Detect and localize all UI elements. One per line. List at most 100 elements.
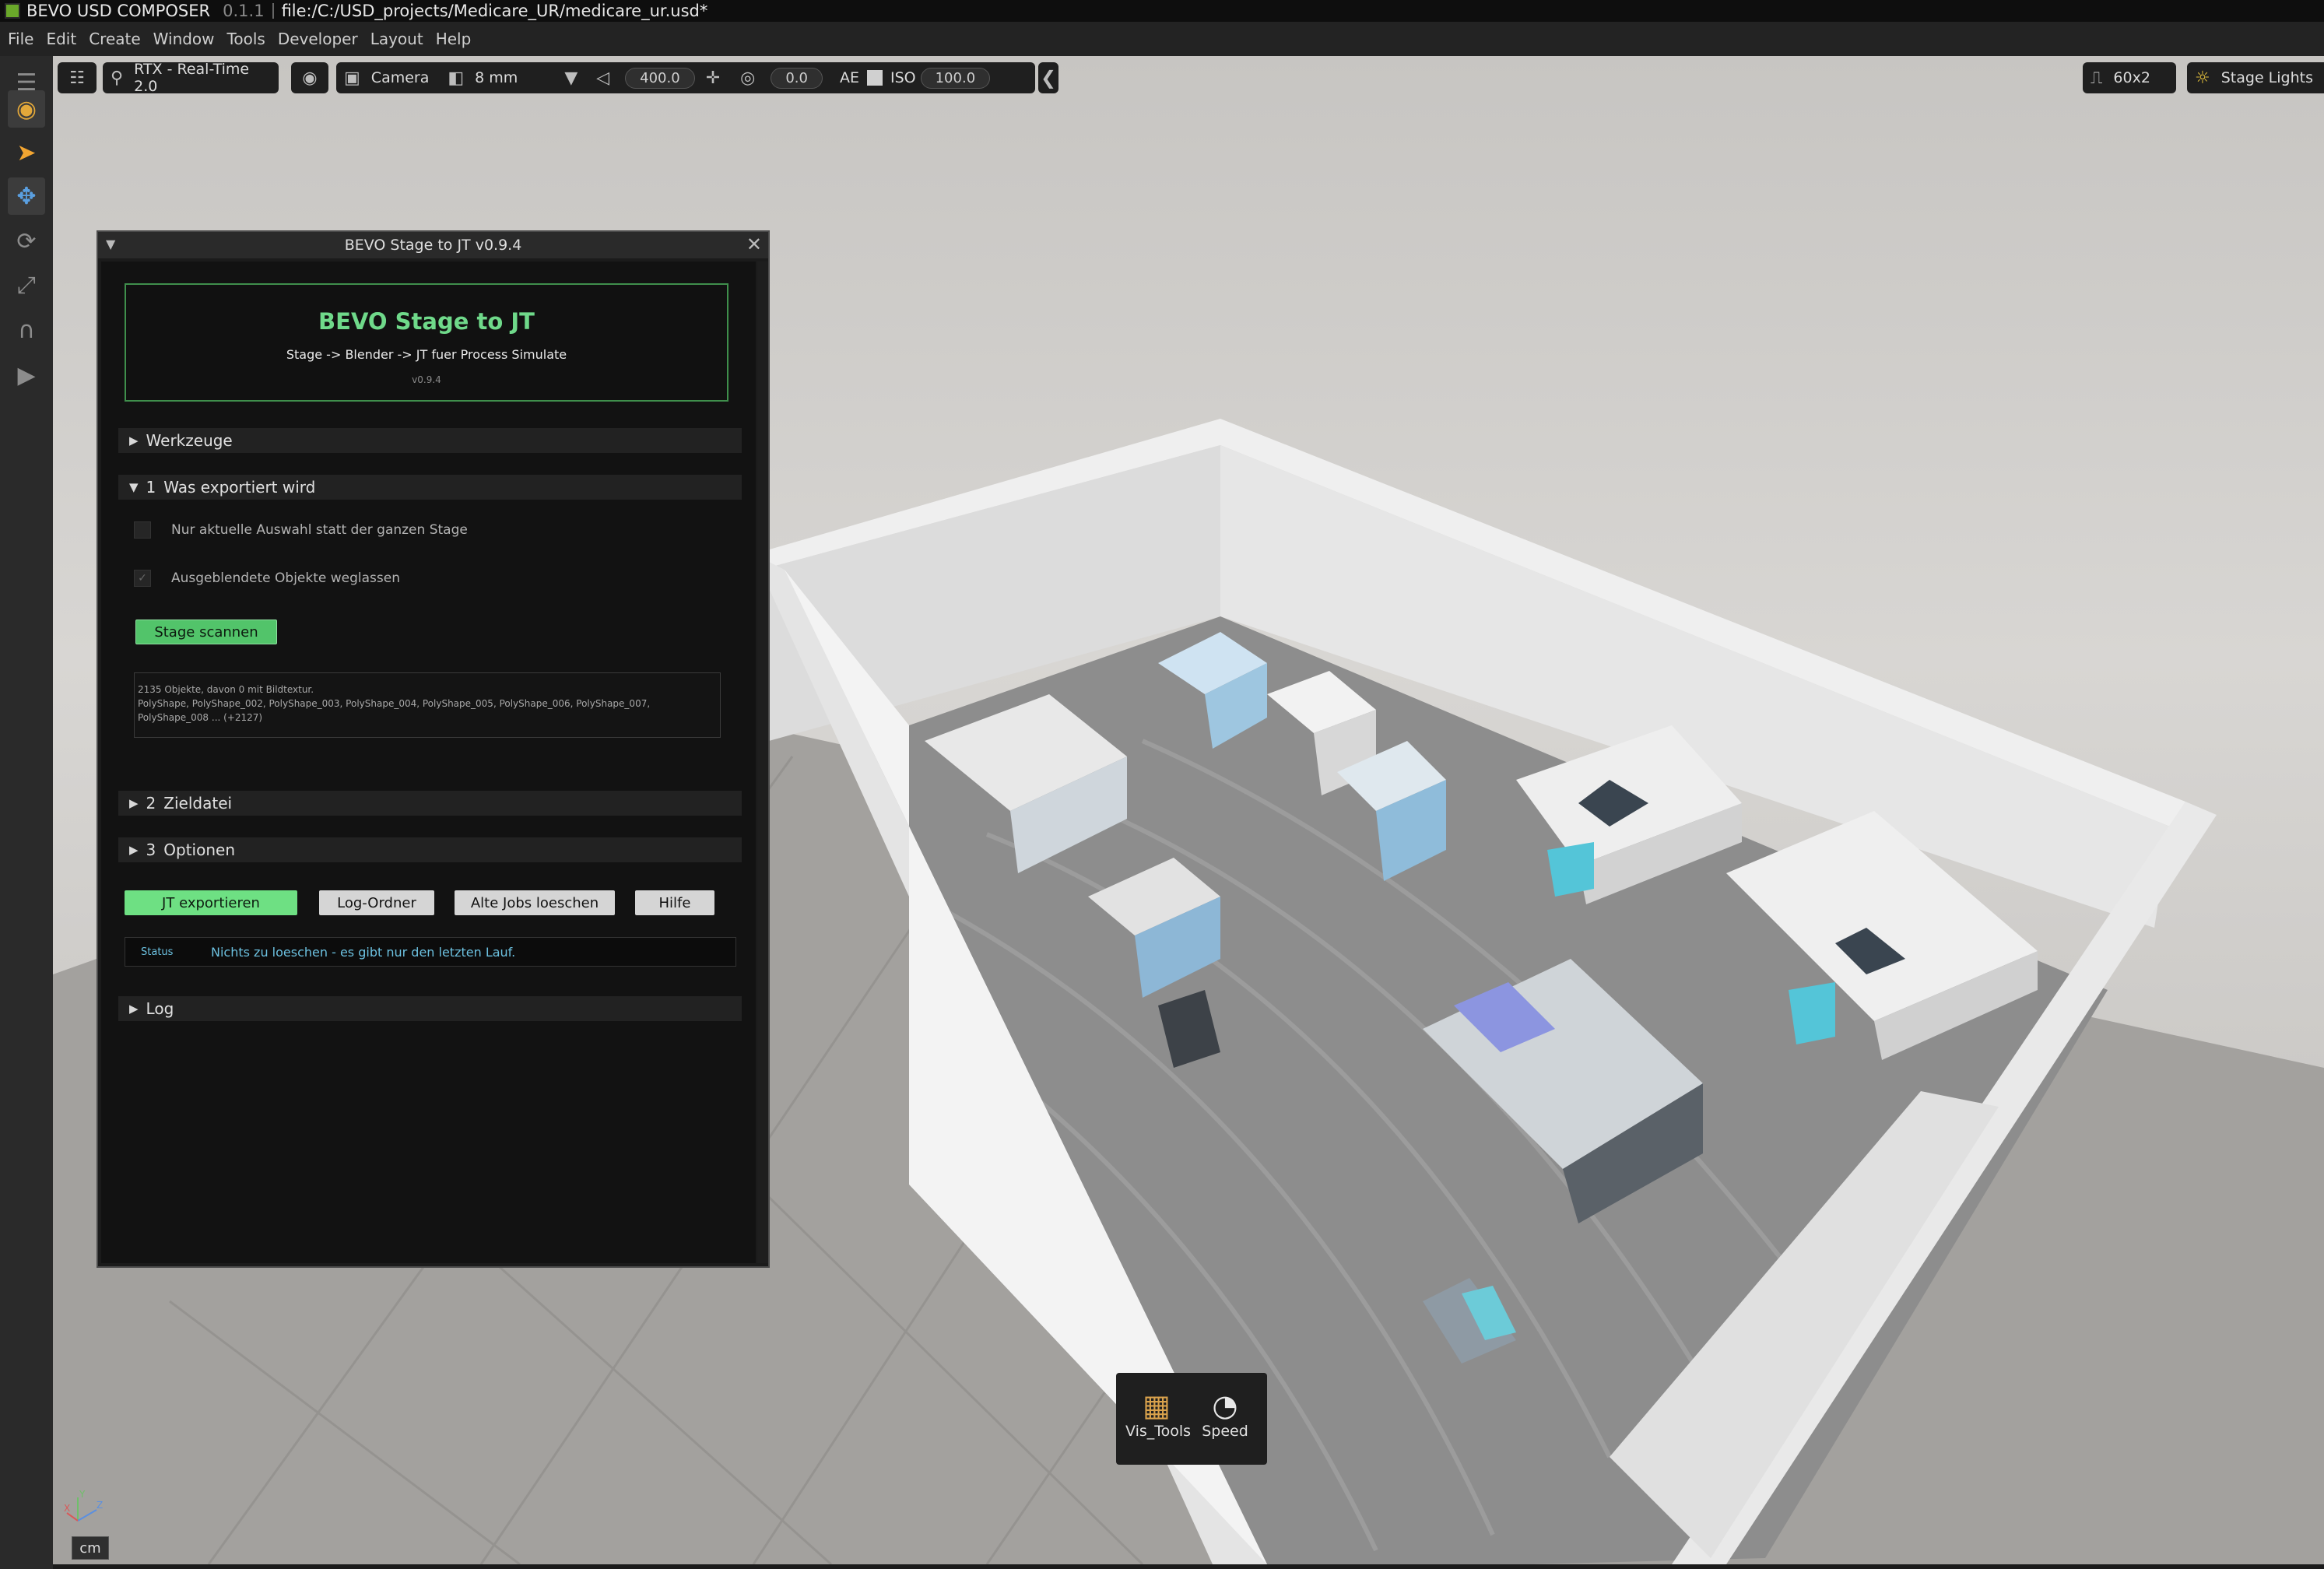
fps-graph-icon: ⎍ [2091,68,2103,88]
delete-old-jobs-button[interactable]: Alte Jobs loeschen [455,890,615,915]
expand-arrow-icon: ▶ [129,843,139,857]
dock-item-speed[interactable]: ◔ Speed [1194,1388,1256,1440]
expand-arrow-icon: ▶ [129,433,139,448]
plugin-header-version: v0.9.4 [412,374,441,385]
snap-magnet-icon[interactable]: ∩ [8,311,45,349]
app-version: 0.1.1 [223,2,265,20]
viewport-settings-button[interactable]: ☷ [58,62,97,93]
status-text: Nichts zu loeschen - es gibt nur den let… [211,944,516,960]
selection-only-checkbox[interactable] [134,521,151,539]
ae-label: AE [839,69,859,86]
lights-label: Stage Lights [2220,69,2313,86]
bottom-dock: ▦ Vis_Tools ◔ Speed [1116,1373,1267,1465]
plugin-header-subtitle: Stage -> Blender -> JT fuer Process Simu… [286,347,567,362]
app-logo-icon [5,3,20,19]
section-export-label: Was exportiert wird [163,478,316,497]
renderer-label: RTX - Real-Time 2.0 [134,61,250,95]
checkbox-row-hidden[interactable]: ✓ Ausgeblendete Objekte weglassen [134,570,400,587]
axis-x-label: X [64,1503,70,1514]
collapse-triangle-icon[interactable]: ▼ [106,237,115,251]
title-separator [272,3,274,19]
section-werkzeuge[interactable]: ▶ Werkzeuge [118,428,742,453]
focal-icon: ◁ [596,68,610,88]
axis-x-line [66,1512,79,1522]
camera-toolbar: ▣ Camera ◧ 8 mm ▼ ◁ 400.0 ✛ ◎ 0.0 AE ISO… [336,62,1035,93]
menu-create[interactable]: Create [89,30,140,48]
collapse-arrow-icon: ▼ [129,480,139,494]
renderer-selector[interactable]: ⚲ RTX - Real-Time 2.0 [103,61,279,95]
fps-display[interactable]: ⎍ 60x2 [2083,62,2176,93]
menu-window[interactable]: Window [153,30,215,48]
camera-select-icon[interactable]: ◉ [8,90,45,128]
plugin-header-title: BEVO Stage to JT [318,308,535,335]
speed-label: Speed [1202,1423,1248,1440]
select-tool-icon[interactable]: ➤ [8,134,45,171]
ae-checkbox[interactable] [866,70,883,86]
help-button[interactable]: Hilfe [635,890,714,915]
toolbar-collapse-button[interactable]: ❮ [1038,62,1058,93]
skip-hidden-checkbox[interactable]: ✓ [134,570,151,587]
left-toolbar: ☰ ◉ ➤ ✥ ⟳ ⤢ ∩ ▶ [0,56,53,1569]
fps-value: 60x2 [2113,69,2150,86]
menu-edit[interactable]: Edit [46,30,76,48]
focus-target-icon[interactable]: ✛ [706,68,720,88]
visibility-button[interactable]: ◉ [291,62,328,93]
scan-result-line-3: PolyShape_008 ... (+2127) [138,712,263,723]
plugin-titlebar[interactable]: ▼ BEVO Stage to JT v0.9.4 ✕ [98,232,768,258]
lights-selector[interactable]: ☼ Stage Lights [2187,62,2324,93]
section-log-label: Log [146,999,174,1018]
section-zieldatei[interactable]: ▶ 2 Zieldatei [118,791,742,816]
rotate-tool-icon[interactable]: ⟳ [8,223,45,260]
iso-label: ISO [890,69,916,86]
focus-distance-field[interactable]: 400.0 [625,67,695,89]
selection-only-label: Nur aktuelle Auswahl statt der ganzen St… [171,522,468,538]
section-optionen-label: Optionen [163,841,236,859]
speed-gauge-icon: ◔ [1212,1388,1238,1423]
section-log[interactable]: ▶ Log [118,996,742,1021]
vis-tools-label: Vis_Tools [1125,1423,1192,1440]
file-path: file:/C:/USD_projects/Medicare_UR/medica… [281,2,708,20]
play-icon[interactable]: ▶ [8,356,45,394]
camera-icon: ▣ [344,68,360,88]
scale-tool-icon[interactable]: ⤢ [8,266,45,304]
section-zieldatei-number: 2 [146,794,156,813]
axis-gizmo: X Y Z [64,1489,103,1522]
log-folder-button[interactable]: Log-Ordner [319,890,434,915]
section-werkzeuge-label: Werkzeuge [146,431,233,450]
lens-icon: ◧ [448,68,465,88]
menu-developer[interactable]: Developer [278,30,358,48]
menu-file[interactable]: File [8,30,33,48]
plugin-window-title: BEVO Stage to JT v0.9.4 [344,237,522,254]
move-tool-icon[interactable]: ✥ [8,177,45,215]
eye-icon: ◉ [302,68,318,88]
sliders-icon: ☷ [69,68,85,88]
plugin-scrollbar[interactable] [757,262,768,1263]
checkbox-row-selection[interactable]: Nur aktuelle Auswahl statt der ganzen St… [134,521,468,539]
camera-label[interactable]: Camera [371,69,430,86]
section-optionen[interactable]: ▶ 3 Optionen [118,837,742,862]
skip-hidden-label: Ausgeblendete Objekte weglassen [171,570,401,586]
axis-y-label: Y [79,1489,86,1500]
dock-item-vis-tools[interactable]: ▦ Vis_Tools [1125,1388,1192,1440]
scan-result-box: 2135 Objekte, davon 0 mit Bildtextur. Po… [134,672,721,738]
collapse-chevron-icon: ❮ [1040,67,1057,89]
plugin-body: BEVO Stage to JT Stage -> Blender -> JT … [101,262,756,1263]
unit-badge[interactable]: cm [72,1536,109,1560]
close-icon[interactable]: ✕ [746,233,762,255]
menu-layout[interactable]: Layout [370,30,423,48]
lens-value[interactable]: 8 mm [475,69,518,86]
plugin-header-box: BEVO Stage to JT Stage -> Blender -> JT … [125,283,728,402]
expand-arrow-icon: ▶ [129,1002,139,1016]
export-jt-button[interactable]: JT exportieren [125,890,297,915]
menu-help[interactable]: Help [436,30,472,48]
lens-dropdown-icon[interactable]: ▼ [564,68,577,88]
expand-arrow-icon: ▶ [129,796,139,810]
menu-tools[interactable]: Tools [227,30,265,48]
scan-stage-button[interactable]: Stage scannen [135,620,277,644]
fstop-field[interactable]: 0.0 [771,67,823,89]
plugin-window: ▼ BEVO Stage to JT v0.9.4 ✕ BEVO Stage t… [97,230,770,1268]
menu-bar: File Edit Create Window Tools Developer … [0,22,2324,56]
iso-field[interactable]: 100.0 [920,67,991,89]
status-bar: Status Nichts zu loeschen - es gibt nur … [125,937,736,967]
section-export[interactable]: ▼ 1 Was exportiert wird [118,475,742,500]
